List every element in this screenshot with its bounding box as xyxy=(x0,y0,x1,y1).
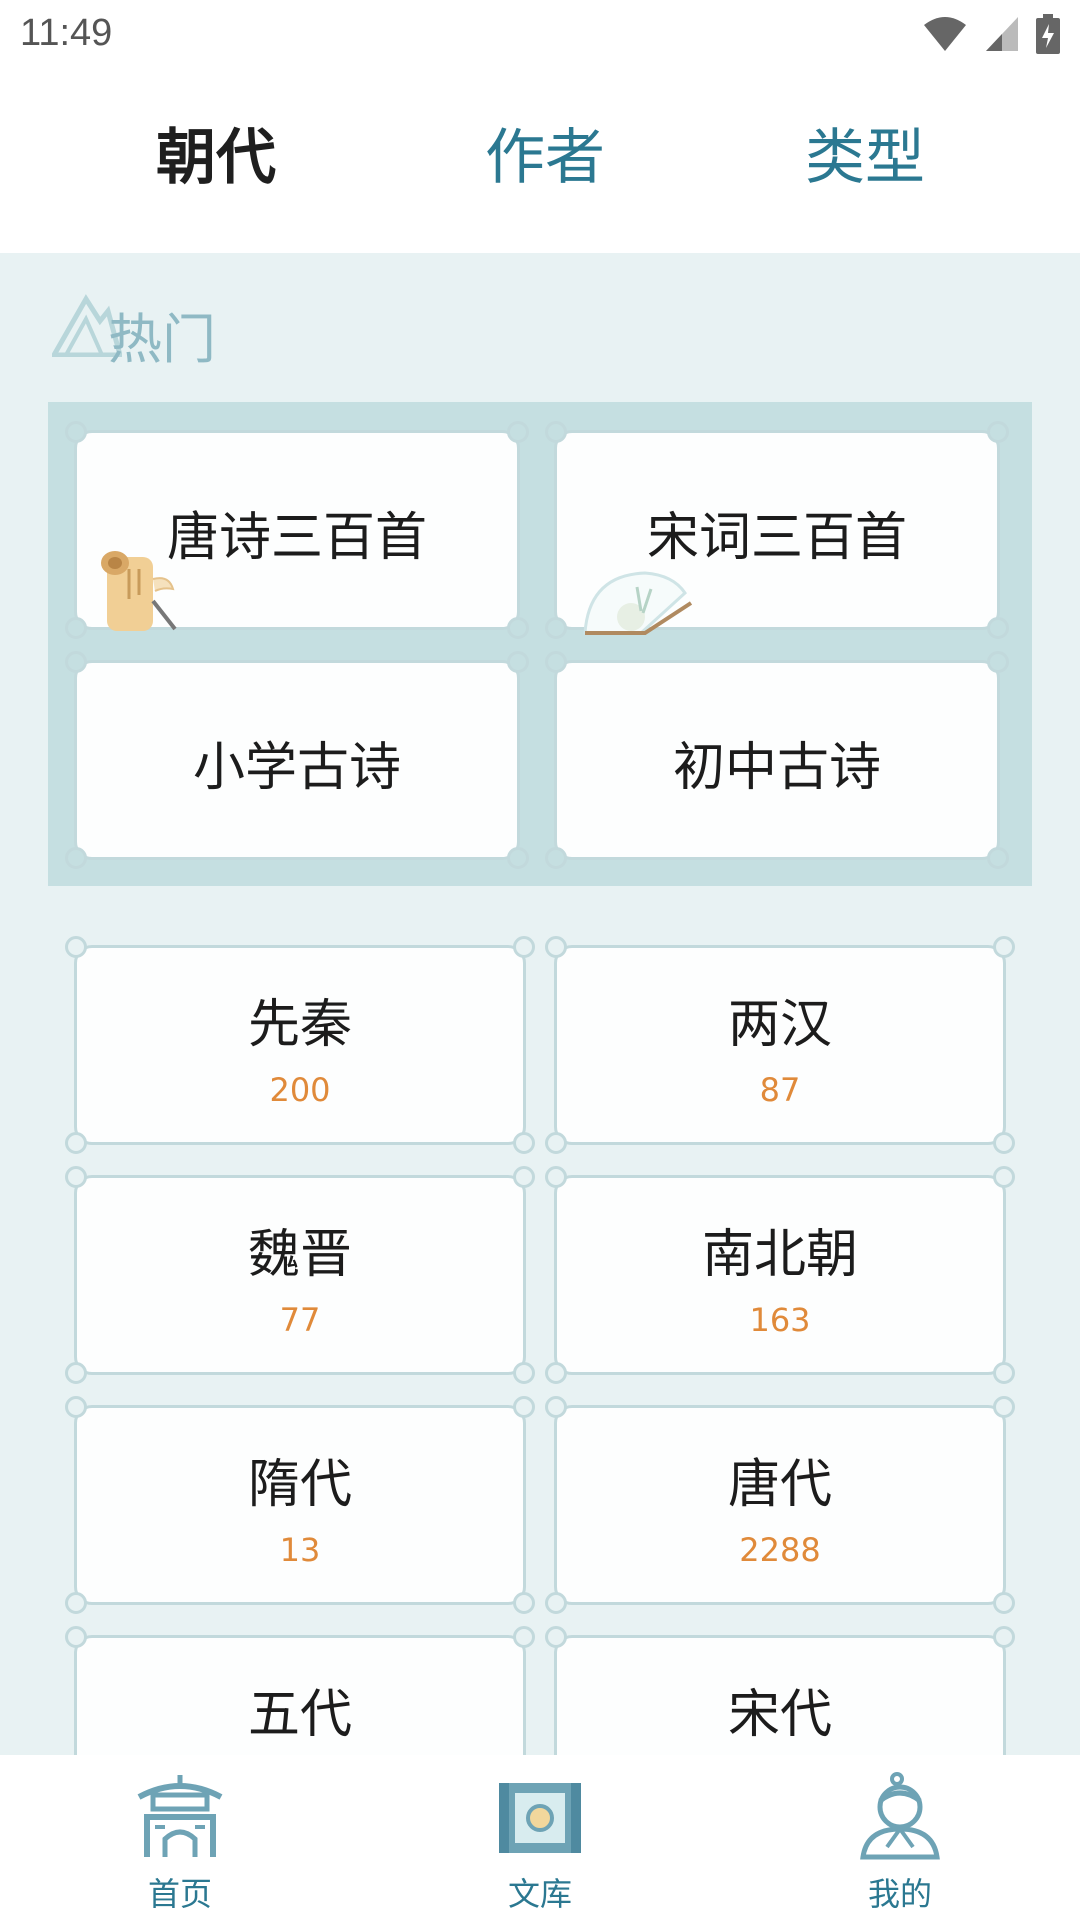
nav-label: 首页 xyxy=(147,1875,212,1913)
dynasty-count: 163 xyxy=(749,1301,811,1339)
dynasty-name: 隋代 xyxy=(247,1455,352,1515)
nav-mine[interactable]: 我的 xyxy=(800,1765,1000,1915)
dynasty-card-lianghan[interactable]: 两汉 87 xyxy=(545,936,1015,1154)
scroll-library-icon xyxy=(499,1783,581,1853)
dynasty-count: 13 xyxy=(279,1531,321,1569)
dynasty-card-tang[interactable]: 唐代 2288 xyxy=(545,1396,1015,1614)
hot-item-middle-school[interactable]: 初中古诗 xyxy=(545,651,1009,869)
hot-section-title: 热门 xyxy=(108,308,216,371)
dynasty-card-weijin[interactable]: 魏晋 77 xyxy=(65,1166,535,1384)
dynasty-name: 两汉 xyxy=(727,995,832,1055)
tab-type[interactable]: 类型 xyxy=(805,123,925,193)
gate-icon xyxy=(137,1775,223,1857)
status-bar: 11:49 xyxy=(0,0,1080,75)
fan-icon xyxy=(583,571,693,635)
dynasty-card-xianqin[interactable]: 先秦 200 xyxy=(65,936,535,1154)
hot-item-label: 小学古诗 xyxy=(192,738,401,798)
dynasty-card-sui[interactable]: 隋代 13 xyxy=(65,1396,535,1614)
dynasty-name: 南北朝 xyxy=(701,1225,858,1285)
dynasty-count: 200 xyxy=(269,1071,331,1109)
battery-icon xyxy=(1036,14,1060,54)
tab-author[interactable]: 作者 xyxy=(485,123,605,193)
hot-panel: 唐诗三百首 宋词三百首 小学古诗 初中古诗 xyxy=(48,402,1032,886)
hot-item-label: 宋词三百首 xyxy=(646,508,907,568)
hot-item-label: 初中古诗 xyxy=(672,738,881,798)
category-tabs: 朝代 作者 类型 xyxy=(0,75,1080,253)
dynasty-name: 魏晋 xyxy=(247,1225,352,1285)
nav-label: 我的 xyxy=(867,1875,932,1913)
dynasty-card-wudai[interactable]: 五代 xyxy=(65,1626,535,1755)
tab-dynasty[interactable]: 朝代 xyxy=(156,123,276,193)
dynasty-name: 五代 xyxy=(247,1685,352,1745)
signal-icon xyxy=(986,17,1018,51)
dynasty-card-song[interactable]: 宋代 xyxy=(545,1626,1015,1755)
hot-item-song-300[interactable]: 宋词三百首 xyxy=(545,421,1009,639)
status-icons xyxy=(922,14,1060,54)
nav-label: 文库 xyxy=(507,1875,572,1913)
content-area[interactable]: 热门 唐诗三百首 宋词三百首 小学古诗 初中古诗 先秦 200 两汉 87 魏晋… xyxy=(0,253,1080,1755)
dynasty-count: 77 xyxy=(279,1301,321,1339)
nav-home[interactable]: 首页 xyxy=(80,1765,280,1915)
bottom-navigation: 首页 文库 我的 xyxy=(0,1755,1080,1920)
dynasty-card-nanbeichao[interactable]: 南北朝 163 xyxy=(545,1166,1015,1384)
dynasty-count: 87 xyxy=(759,1071,801,1109)
dynasty-name: 先秦 xyxy=(247,995,352,1055)
status-time: 11:49 xyxy=(20,12,113,54)
dynasty-name: 唐代 xyxy=(727,1455,832,1515)
dynasty-name: 宋代 xyxy=(727,1685,832,1745)
wifi-icon xyxy=(924,17,966,51)
scholar-icon xyxy=(860,1772,940,1860)
hot-item-tang-300[interactable]: 唐诗三百首 xyxy=(65,421,529,639)
nav-library[interactable]: 文库 xyxy=(440,1765,640,1915)
hot-item-primary-school[interactable]: 小学古诗 xyxy=(65,651,529,869)
dynasty-count: 2288 xyxy=(739,1531,821,1569)
scroll-icon xyxy=(101,551,177,631)
